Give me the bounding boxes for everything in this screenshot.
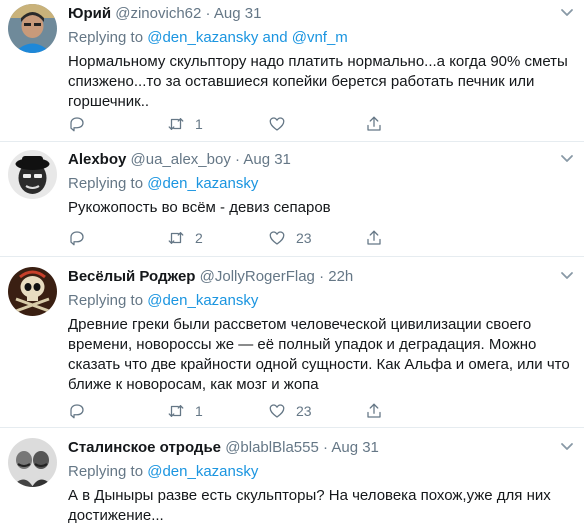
tweet-actions: 2 23	[68, 228, 398, 248]
retweet-icon	[168, 118, 184, 130]
share-icon	[367, 116, 381, 131]
tweet-text: А в Дыныры разве есть скульпторы? На чел…	[68, 487, 551, 524]
reply-icon	[70, 117, 84, 132]
avatar[interactable]	[8, 438, 57, 487]
reply-icon	[70, 404, 84, 419]
reply-icon	[70, 231, 84, 246]
reply-button[interactable]	[68, 401, 96, 421]
retweet-button[interactable]: 1	[167, 114, 203, 134]
avatar[interactable]	[8, 267, 57, 316]
tweet[interactable]: Весёлый Роджер @JollyRogerFlag · 22h Rep…	[0, 257, 584, 428]
retweet-count: 2	[195, 230, 203, 246]
mention-link[interactable]: @den_kazansky	[147, 29, 258, 46]
retweet-count: 1	[195, 403, 203, 419]
display-name[interactable]: Сталинское отродье	[68, 439, 221, 456]
replying-to-label: Replying to	[68, 463, 148, 480]
display-name[interactable]: Alexboy	[68, 151, 126, 168]
timestamp[interactable]: Aug 31	[243, 151, 291, 168]
like-button[interactable]	[268, 114, 296, 134]
mention-link[interactable]: @den_kazansky	[147, 292, 258, 309]
tweet-text: Рукожопость во всём - девиз сепаров	[68, 199, 331, 216]
tweet[interactable]: Alexboy @ua_alex_boy · Aug 31 Replying t…	[0, 142, 584, 257]
replying-to-label: Replying to	[68, 29, 148, 46]
user-handle[interactable]: @zinovich62	[115, 5, 201, 22]
replying-to: Replying to @den_kazansky	[68, 462, 574, 482]
tweet-body: Весёлый Роджер @JollyRogerFlag · 22h Rep…	[68, 267, 574, 395]
tweet-header: Юрий @zinovich62 · Aug 31	[68, 4, 574, 24]
tweet-body: Юрий @zinovich62 · Aug 31 Replying to @d…	[68, 4, 574, 112]
share-icon	[367, 230, 381, 245]
tweet-header: Alexboy @ua_alex_boy · Aug 31	[68, 150, 574, 170]
avatar[interactable]	[8, 4, 57, 53]
like-button[interactable]: 23	[268, 401, 312, 421]
tweet-body: Alexboy @ua_alex_boy · Aug 31 Replying t…	[68, 150, 574, 218]
like-button[interactable]: 23	[268, 228, 312, 248]
tweet-text: Древние греки были рассветом человеческо…	[68, 316, 570, 393]
avatar[interactable]	[8, 150, 57, 199]
tweet-actions: 1 23	[68, 401, 398, 421]
tweet-header: Весёлый Роджер @JollyRogerFlag · 22h	[68, 267, 574, 287]
tweet-body: Сталинское отродье @blablBla555 · Aug 31…	[68, 438, 574, 526]
separator-dot: ·	[319, 268, 325, 285]
chevron-down-icon[interactable]	[560, 268, 574, 282]
retweet-button[interactable]: 1	[167, 401, 203, 421]
separator-dot: ·	[323, 439, 328, 456]
tweet[interactable]: Юрий @zinovich62 · Aug 31 Replying to @d…	[0, 0, 584, 142]
replying-to-label: Replying to	[68, 292, 148, 309]
mention-link[interactable]: @vnf_m	[292, 29, 348, 46]
separator-dot: ·	[235, 151, 241, 168]
replying-to: Replying to @den_kazansky	[68, 291, 574, 311]
chevron-down-icon[interactable]	[560, 5, 574, 19]
replying-to: Replying to @den_kazansky	[68, 174, 574, 194]
timestamp[interactable]: Aug 31	[214, 5, 262, 22]
separator-dot: ·	[205, 5, 211, 22]
tweet[interactable]: Сталинское отродье @blablBla555 · Aug 31…	[0, 428, 584, 532]
retweet-button[interactable]: 2	[167, 228, 203, 248]
share-button[interactable]	[365, 114, 383, 134]
chevron-down-icon[interactable]	[560, 151, 574, 165]
tweet-header: Сталинское отродье @blablBla555 · Aug 31	[68, 438, 574, 458]
mention-link[interactable]: @den_kazansky	[147, 463, 258, 480]
user-handle[interactable]: @blablBla555	[225, 439, 319, 456]
heart-icon	[269, 117, 285, 131]
retweet-count: 1	[195, 116, 203, 132]
like-count: 23	[296, 403, 312, 419]
user-handle[interactable]: @JollyRogerFlag	[200, 268, 315, 285]
share-button[interactable]	[365, 401, 383, 421]
mention-joiner: and	[258, 29, 292, 46]
display-name[interactable]: Юрий	[68, 5, 111, 22]
retweet-icon	[168, 232, 184, 244]
like-count: 23	[296, 230, 312, 246]
reply-button[interactable]	[68, 114, 96, 134]
timestamp[interactable]: 22h	[328, 268, 353, 285]
heart-icon	[269, 231, 285, 245]
reply-button[interactable]	[68, 228, 96, 248]
share-icon	[367, 403, 381, 418]
chevron-down-icon[interactable]	[560, 439, 574, 453]
timestamp[interactable]: Aug 31	[331, 439, 379, 456]
mention-link[interactable]: @den_kazansky	[147, 175, 258, 192]
replying-to: Replying to @den_kazansky and @vnf_m	[68, 28, 574, 48]
replying-to-label: Replying to	[68, 175, 148, 192]
heart-icon	[269, 404, 285, 418]
tweet-text: Нормальному скульптору надо платить норм…	[68, 53, 568, 110]
retweet-icon	[168, 405, 184, 417]
tweet-actions: 1	[68, 114, 398, 134]
display-name[interactable]: Весёлый Роджер	[68, 268, 195, 285]
user-handle[interactable]: @ua_alex_boy	[131, 151, 231, 168]
share-button[interactable]	[365, 228, 383, 248]
